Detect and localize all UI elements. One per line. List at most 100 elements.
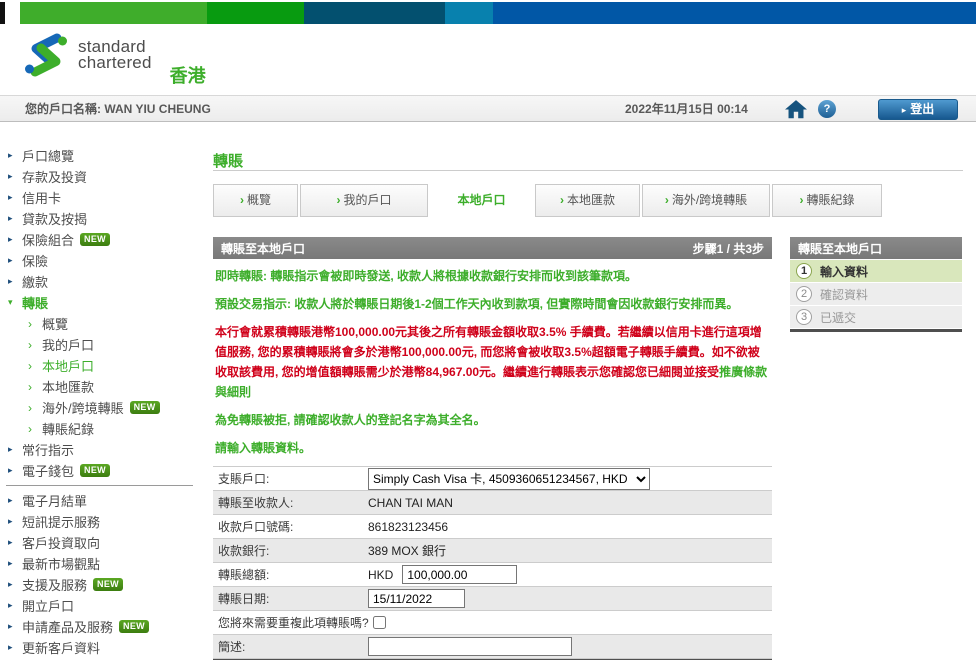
sidebar-item-transfers[interactable]: ▾轉賬 <box>0 292 205 313</box>
stripe-segment <box>5 2 20 24</box>
triangle-right-icon: ▸ <box>8 171 22 182</box>
sidebar-item-bill-payment[interactable]: ▸繳款 <box>0 271 205 292</box>
step-confirm-details: 2 確認資料 <box>790 283 962 305</box>
home-icon[interactable] <box>785 100 807 119</box>
currency-label: HKD <box>368 568 393 582</box>
sidebar-nav: ▸戶口總覽 ▸存款及投資 ▸信用卡 ▸貸款及按揭 ▸保險組合NEW ▸保險 ▸繳… <box>0 145 205 660</box>
step-submitted: 3 已遞交 <box>790 306 962 328</box>
logout-button[interactable]: ▸登出 <box>878 99 958 120</box>
arrow-right-icon: ▸ <box>902 105 907 115</box>
sidebar-item-account-overview[interactable]: ▸戶口總覽 <box>0 145 205 166</box>
steps-bottom-border <box>790 329 962 332</box>
sidebar-item-investment-profile[interactable]: ▸客戶投資取向 <box>0 532 205 553</box>
panel-header-title: 轉賬至本地戶口 <box>221 240 305 257</box>
amount-input[interactable] <box>402 565 517 584</box>
payee-label: 轉賬至收款人: <box>213 494 368 511</box>
triangle-right-icon: ▸ <box>8 558 22 569</box>
sidebar-item-overseas-transfer[interactable]: ›海外/跨境轉賬NEW <box>0 397 205 418</box>
sidebar-item-transfer-history[interactable]: ›轉賬紀錄 <box>0 418 205 439</box>
tab-overseas-transfer[interactable]: ›海外/跨境轉賬 <box>642 184 770 217</box>
payee-account-row: 收款戶口號碼: 861823123456 <box>213 515 772 539</box>
tab-local-remittance[interactable]: ›本地匯款 <box>535 184 640 217</box>
account-bar: 您的戶口名稱: WAN YIU CHEUNG 2022年11月15日 00:14… <box>0 95 976 122</box>
recurring-checkbox[interactable] <box>373 616 386 629</box>
new-badge: NEW <box>119 620 149 633</box>
transfer-tabs: ›概覽 ›我的戶口 本地戶口 ›本地匯款 ›海外/跨境轉賬 ›轉賬紀錄 <box>213 184 884 232</box>
chevron-right-icon: › <box>28 359 42 373</box>
note-payee-name: 為免轉賬被拒, 請確認收款人的登記名字為其全名。 <box>215 410 770 430</box>
new-badge: NEW <box>80 233 110 246</box>
sidebar-item-open-account[interactable]: ▸開立戶口 <box>0 595 205 616</box>
sidebar-item-insurance[interactable]: ▸保險 <box>0 250 205 271</box>
payee-bank-label: 收款銀行: <box>213 542 368 559</box>
new-badge: NEW <box>93 578 123 591</box>
triangle-right-icon: ▸ <box>8 621 22 632</box>
triangle-right-icon: ▸ <box>8 465 22 476</box>
step-number-badge: 1 <box>796 263 812 279</box>
sidebar-item-update-customer-info[interactable]: ▸更新客戶資料 <box>0 637 205 658</box>
payee-row: 轉賬至收款人: CHAN TAI MAN <box>213 491 772 515</box>
sidebar-item-deposits-investments[interactable]: ▸存款及投資 <box>0 166 205 187</box>
sidebar-item-local-remittance[interactable]: ›本地匯款 <box>0 376 205 397</box>
datetime-text: 2022年11月15日 00:14 <box>625 100 748 117</box>
triangle-right-icon: ▸ <box>8 234 22 245</box>
payee-account-label: 收款戶口號碼: <box>213 518 368 535</box>
step-label: 確認資料 <box>820 286 868 303</box>
description-input[interactable] <box>368 637 572 656</box>
debit-account-row: 支賬戶口: Simply Cash Visa 卡, 45093606512345… <box>213 467 772 491</box>
sidebar-item-support-services[interactable]: ▸支援及服務NEW <box>0 574 205 595</box>
progress-steps-box: 轉賬至本地戶口 1 輸入資料 2 確認資料 3 已遞交 <box>790 237 962 332</box>
title-divider <box>213 170 963 171</box>
stripe-segment <box>207 2 304 24</box>
triangle-right-icon: ▸ <box>8 579 22 590</box>
triangle-right-icon: ▸ <box>8 537 22 548</box>
brand-logo: standard chartered 香港 <box>24 30 206 88</box>
payee-bank-value: 389 MOX 銀行 <box>368 542 446 559</box>
steps-box-header: 轉賬至本地戶口 <box>790 237 962 259</box>
chevron-right-icon: › <box>28 401 42 415</box>
sidebar-item-credit-card[interactable]: ▸信用卡 <box>0 187 205 208</box>
payee-value: CHAN TAI MAN <box>368 496 453 510</box>
note-scheduled-transfer: 預設交易指示: 收款人將於轉賬日期後1-2個工作天內收到款項, 但實際時間會因收… <box>215 294 770 314</box>
triangle-right-icon: ▸ <box>8 276 22 287</box>
tab-overview[interactable]: ›概覽 <box>213 184 298 217</box>
date-row: 轉賬日期: <box>213 587 772 611</box>
standard-chartered-trustmark-icon <box>24 30 68 80</box>
sidebar-item-standing-instructions[interactable]: ▸常行指示 <box>0 439 205 460</box>
sidebar-item-sms-alerts[interactable]: ▸短訊提示服務 <box>0 511 205 532</box>
sidebar-item-loans-mortgages[interactable]: ▸貸款及按揭 <box>0 208 205 229</box>
panel-header: 轉賬至本地戶口 步驟1 / 共3步 <box>213 237 772 259</box>
step-label: 已遞交 <box>820 309 856 326</box>
tab-my-accounts[interactable]: ›我的戶口 <box>300 184 428 217</box>
sidebar-item-insurance-portfolio[interactable]: ▸保險組合NEW <box>0 229 205 250</box>
triangle-right-icon: ▸ <box>8 213 22 224</box>
step-indicator: 步驟1 / 共3步 <box>693 240 764 257</box>
sidebar-item-my-accounts[interactable]: ›我的戶口 <box>0 334 205 355</box>
debit-account-select[interactable]: Simply Cash Visa 卡, 4509360651234567, HK… <box>368 468 650 490</box>
sidebar-item-market-views[interactable]: ▸最新市場觀點 <box>0 553 205 574</box>
debit-account-label: 支賬戶口: <box>213 470 368 487</box>
sidebar-item-e-wallet[interactable]: ▸電子錢包NEW <box>0 460 205 481</box>
new-badge: NEW <box>80 464 110 477</box>
sidebar-item-transfers-overview[interactable]: ›概覽 <box>0 313 205 334</box>
triangle-right-icon: ▸ <box>8 192 22 203</box>
tab-transfer-history[interactable]: ›轉賬紀錄 <box>772 184 882 217</box>
account-name-text: 您的戶口名稱: WAN YIU CHEUNG <box>25 100 211 117</box>
step-number-badge: 3 <box>796 309 812 325</box>
sidebar-item-e-statement[interactable]: ▸電子月結單 <box>0 490 205 511</box>
recurring-row: 您將來需要重複此項轉賬嗎? <box>213 611 772 635</box>
triangle-right-icon: ▸ <box>8 516 22 527</box>
stripe-segment <box>445 2 493 24</box>
tab-local-accounts[interactable]: 本地戶口 <box>430 184 533 232</box>
online-banking-page: standard chartered 香港 您的戶口名稱: WAN YIU CH… <box>0 0 976 660</box>
sidebar-item-local-accounts[interactable]: ›本地戶口 <box>0 355 205 376</box>
amount-label: 轉賬總額: <box>213 566 368 583</box>
help-icon[interactable]: ? <box>818 100 836 118</box>
transfer-date-input[interactable] <box>368 589 465 608</box>
transfer-form: 支賬戶口: Simply Cash Visa 卡, 45093606512345… <box>213 466 772 660</box>
recurring-label: 您將來需要重複此項轉賬嗎? <box>213 614 373 631</box>
logout-label: 登出 <box>910 102 934 116</box>
sidebar-item-apply-products[interactable]: ▸申請產品及服務NEW <box>0 616 205 637</box>
stripe-segment <box>493 2 976 24</box>
sidebar-divider <box>6 485 193 486</box>
